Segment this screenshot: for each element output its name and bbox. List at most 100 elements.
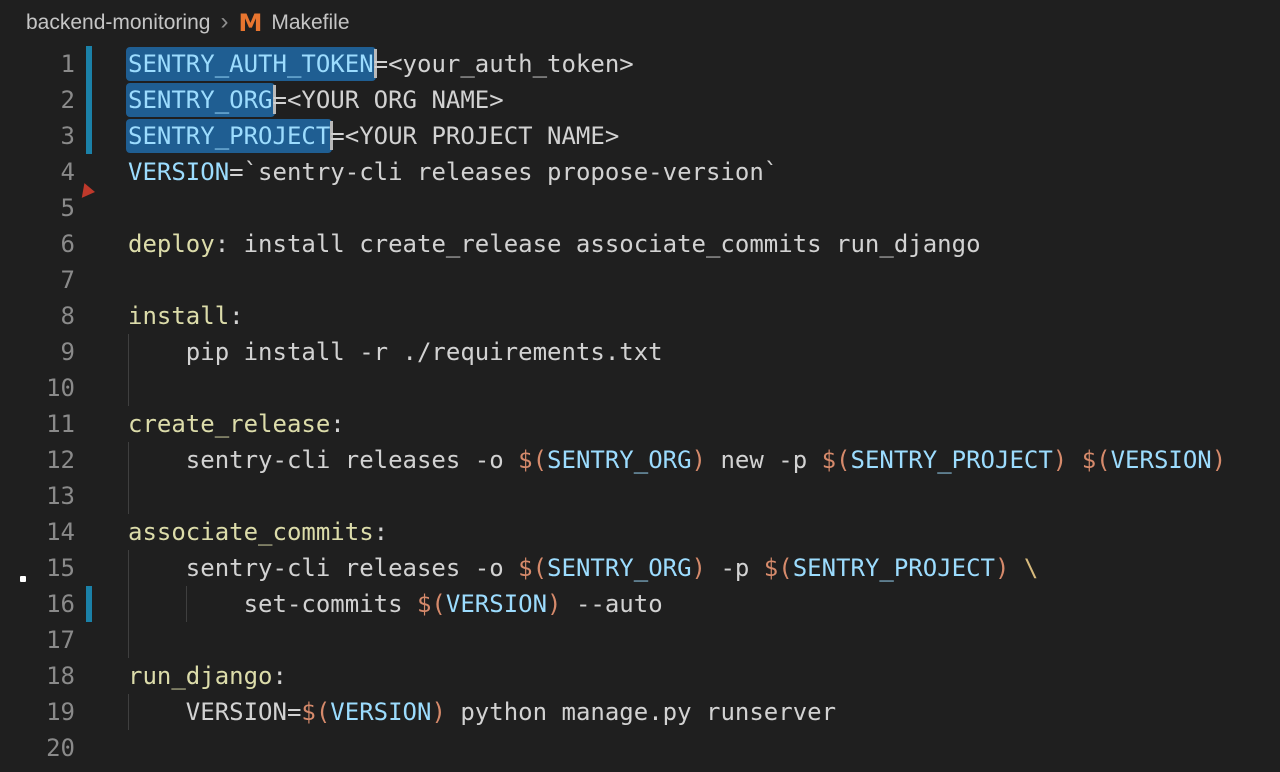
chevron-right-icon: › [220,8,228,36]
code-line-text: install: [128,298,244,334]
line-number[interactable]: 18 [0,658,75,694]
line-number[interactable]: 3 [0,118,75,154]
editor-content[interactable]: 1 SENTRY_AUTH_TOKEN=<your_auth_token> 2 SEN… [0,46,1280,766]
code-token: sentry-cli releases -o [128,554,518,582]
line-number[interactable]: 14 [0,514,75,550]
code-token: : [229,302,243,330]
code-token: VERSION [330,698,431,726]
code-token: SENTRY_ORG [547,446,692,474]
code-token: ) [1053,446,1067,474]
code-token: =`sentry-cli releases propose-version` [229,158,778,186]
code-line-text: run_django: [128,658,287,694]
line-number[interactable]: 10 [0,370,75,406]
code-line-text: deploy: install create_release associate… [128,226,981,262]
code-token: pip install -r ./requirements.txt [128,338,663,366]
code-token: run_django [128,662,273,690]
code-token: SENTRY_PROJECT [851,446,1053,474]
code-token [1009,554,1023,582]
code-line[interactable]: 2 SENTRY_ORG=<YOUR ORG NAME> [0,82,1280,118]
code-line[interactable]: 5 [0,190,1280,226]
code-token: install [128,302,229,330]
line-number[interactable]: 5 [0,190,75,226]
line-number[interactable]: 6 [0,226,75,262]
code-line[interactable]: 17 [0,622,1280,658]
code-token: =<YOUR PROJECT NAME> [330,122,619,150]
code-token: -p [706,554,764,582]
code-line[interactable]: 6 deploy: install create_release associat… [0,226,1280,262]
gutter-modified-indicator [86,118,92,154]
code-token: $( [764,554,793,582]
line-number[interactable]: 19 [0,694,75,730]
code-line-text: set-commits $(VERSION) --auto [128,586,663,622]
code-line[interactable]: 8 install: [0,298,1280,334]
line-number[interactable]: 16 [0,586,75,622]
breadcrumb: backend-monitoring › M Makefile [0,0,1280,46]
makefile-icon: M [238,9,262,37]
line-number[interactable]: 9 [0,334,75,370]
code-token: sentry-cli releases -o [128,446,518,474]
breadcrumb-folder[interactable]: backend-monitoring [26,11,210,35]
mouse-cursor-dot [20,576,26,582]
line-number[interactable]: 7 [0,262,75,298]
gutter-modified-indicator [86,46,92,82]
line-number[interactable]: 11 [0,406,75,442]
code-line-text: VERSION=$(VERSION) python manage.py runs… [128,694,836,730]
line-number[interactable]: 15 [0,550,75,586]
code-line-text: create_release: [128,406,345,442]
gutter-modified-indicator [86,586,92,622]
code-line-text: SENTRY_PROJECT=<YOUR PROJECT NAME> [128,118,619,154]
code-line-text: VERSION=`sentry-cli releases propose-ver… [128,154,778,190]
code-line[interactable]: 10 [0,370,1280,406]
code-line[interactable]: 12 sentry-cli releases -o $(SENTRY_ORG) … [0,442,1280,478]
code-token: ) [692,554,706,582]
code-token: VERSION [446,590,547,618]
line-number[interactable]: 17 [0,622,75,658]
indent-guide [128,478,129,514]
code-line[interactable]: 4 VERSION=`sentry-cli releases propose-ve… [0,154,1280,190]
code-line-text: SENTRY_AUTH_TOKEN=<your_auth_token> [128,46,634,82]
code-line[interactable]: 18 run_django: [0,658,1280,694]
code-token: SENTRY_ORG [547,554,692,582]
code-line[interactable]: 1 SENTRY_AUTH_TOKEN=<your_auth_token> [0,46,1280,82]
breadcrumb-file-label: Makefile [271,11,349,35]
code-token: associate_commits [128,518,374,546]
code-token: : install create_release associate_commi… [215,230,981,258]
code-token: VERSION= [128,698,301,726]
code-token: ) [692,446,706,474]
code-token: =<YOUR ORG NAME> [273,86,504,114]
gutter-modified-indicator [86,82,92,118]
code-line[interactable]: 15 sentry-cli releases -o $(SENTRY_ORG) … [0,550,1280,586]
code-line[interactable]: 3 SENTRY_PROJECT=<YOUR PROJECT NAME> [0,118,1280,154]
code-line[interactable]: 20 [0,730,1280,766]
code-line[interactable]: 16 set-commits $(VERSION) --auto [0,586,1280,622]
indent-guide [128,622,129,658]
selected-text: SENTRY_ORG [126,83,275,117]
code-token: ) [995,554,1009,582]
code-token: : [374,518,388,546]
code-token: VERSION [1111,446,1212,474]
code-token: SENTRY_PROJECT [793,554,995,582]
line-number[interactable]: 2 [0,82,75,118]
line-number[interactable]: 13 [0,478,75,514]
code-line[interactable]: 11 create_release: [0,406,1280,442]
code-token: : [273,662,287,690]
line-number[interactable]: 12 [0,442,75,478]
code-line-text: associate_commits: [128,514,388,550]
code-line[interactable]: 19 VERSION=$(VERSION) python manage.py r… [0,694,1280,730]
breadcrumb-file[interactable]: M Makefile [238,9,349,37]
line-number[interactable]: 8 [0,298,75,334]
code-line[interactable]: 14 associate_commits: [0,514,1280,550]
code-line[interactable]: 13 [0,478,1280,514]
code-line[interactable]: 7 [0,262,1280,298]
code-token: : [330,410,344,438]
line-number[interactable]: 4 [0,154,75,190]
code-token: ) [547,590,561,618]
line-number[interactable]: 20 [0,730,75,766]
selected-text: SENTRY_PROJECT [126,119,332,153]
code-editor-window: backend-monitoring › M Makefile 1 SENTRY_… [0,0,1280,772]
code-token: VERSION [128,158,229,186]
code-token: new -p [706,446,822,474]
code-line[interactable]: 9 pip install -r ./requirements.txt [0,334,1280,370]
code-token: deploy [128,230,215,258]
line-number[interactable]: 1 [0,46,75,82]
